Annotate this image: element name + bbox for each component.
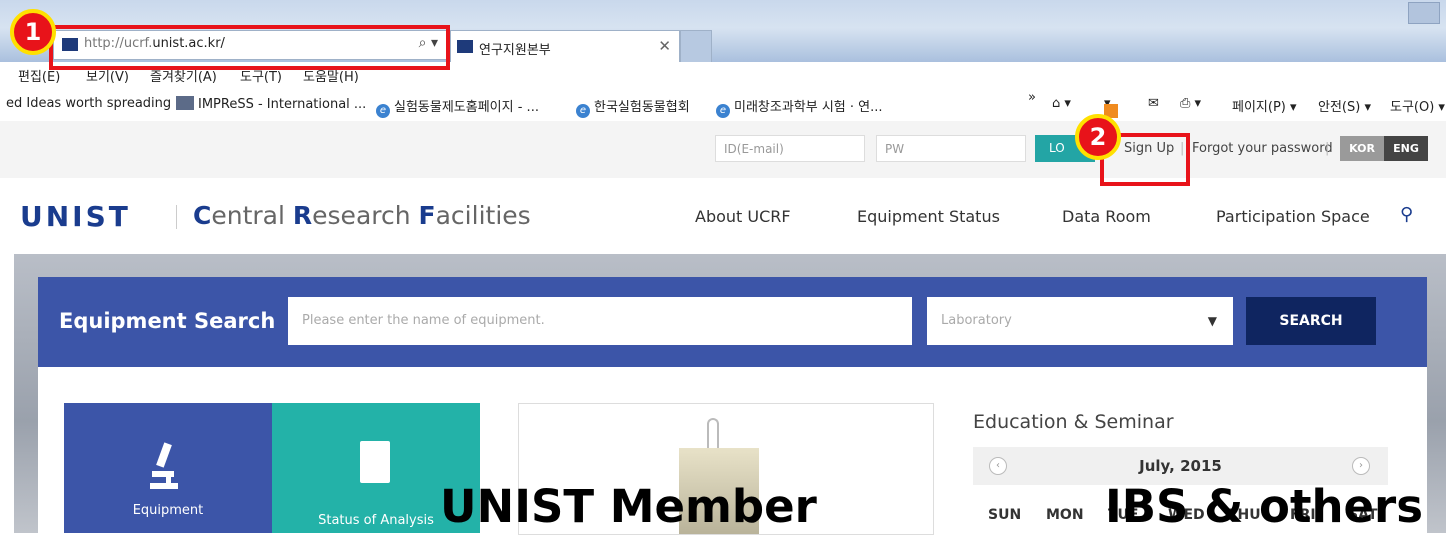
login-bar: ID(E-mail) PW LO Sign Up | Forgot your p… xyxy=(0,121,1446,179)
equipment-tile[interactable]: Equipment xyxy=(64,403,272,533)
caption-unist-member: UNIST Member xyxy=(440,480,817,533)
weekday-sun: SUN xyxy=(988,507,1022,523)
mail-icon[interactable]: ✉ xyxy=(1148,96,1159,111)
tab-title: 연구지원본부 xyxy=(479,43,551,58)
favorite-lab-animal[interactable]: e 실험동물제도홈페이지 - ... xyxy=(376,96,539,118)
address-highlight-box xyxy=(49,25,450,70)
password-input[interactable]: PW xyxy=(876,135,1026,162)
search-button[interactable]: SEARCH xyxy=(1246,297,1376,345)
page-menu[interactable]: 페이지(P) ▾ xyxy=(1232,96,1297,115)
equipment-search-bar: Equipment Search Please enter the name o… xyxy=(38,277,1427,367)
logo-divider xyxy=(176,205,177,229)
ie-page-icon: e xyxy=(576,104,590,118)
forgot-password-link[interactable]: Forgot your password xyxy=(1192,141,1333,156)
favorite-kalas[interactable]: e 한국실험동물협회 xyxy=(576,96,690,118)
id-input[interactable]: ID(E-mail) xyxy=(715,135,865,162)
lang-eng-button[interactable]: ENG xyxy=(1384,136,1428,161)
unist-logo[interactable]: UNIST xyxy=(20,200,131,233)
nav-data-room[interactable]: Data Room xyxy=(1062,207,1151,226)
equipment-tile-label: Equipment xyxy=(132,503,204,518)
calendar-month: July, 2015 xyxy=(1139,457,1222,475)
nav-equipment-status[interactable]: Equipment Status xyxy=(857,207,1000,226)
laboratory-select[interactable]: Laboratory ▼ xyxy=(927,297,1233,345)
favorite-ted[interactable]: ed Ideas worth spreading xyxy=(6,96,171,111)
divider: | xyxy=(1325,141,1330,156)
lang-kor-button[interactable]: KOR xyxy=(1340,136,1384,161)
chevron-right-icon[interactable]: › xyxy=(1352,457,1370,475)
window-minimize-button[interactable] xyxy=(1408,2,1440,24)
step-1-badge: 1 xyxy=(10,9,56,55)
tools-menu[interactable]: 도구(O) ▾ xyxy=(1390,96,1445,115)
safety-menu[interactable]: 안전(S) ▾ xyxy=(1318,96,1371,115)
favorites-overflow[interactable]: » xyxy=(1028,90,1036,105)
ie-page-icon: e xyxy=(716,104,730,118)
favorite-msip[interactable]: e 미래창조과학부 시험 · 연... xyxy=(716,96,883,118)
print-icon[interactable]: ⎙ ▾ xyxy=(1180,96,1201,111)
tab-favicon-icon xyxy=(457,40,473,53)
favorites-bar: ed Ideas worth spreading IMPReSS - Inter… xyxy=(0,88,1446,122)
browser-tab[interactable]: 연구지원본부 ✕ xyxy=(450,30,680,63)
favorite-impress[interactable]: IMPReSS - International ... xyxy=(176,96,366,112)
site-title[interactable]: Central Research Facilities xyxy=(193,201,531,230)
home-icon[interactable]: ⌂ ▾ xyxy=(1052,96,1071,111)
equipment-search-input[interactable]: Please enter the name of equipment. xyxy=(288,297,912,345)
step-2-badge: 2 xyxy=(1075,114,1121,160)
ie-page-icon: e xyxy=(376,104,390,118)
equipment-search-label: Equipment Search xyxy=(59,309,276,333)
tab-close-icon[interactable]: ✕ xyxy=(658,37,671,55)
weekday-mon: MON xyxy=(1046,507,1084,523)
impress-icon xyxy=(176,96,194,110)
nav-participation[interactable]: Participation Space xyxy=(1216,207,1370,226)
nav-about[interactable]: About UCRF xyxy=(695,207,791,226)
caption-ibs-others: IBS & others xyxy=(1105,480,1423,533)
chevron-down-icon: ▼ xyxy=(1207,314,1217,328)
site-header: UNIST Central Research Facilities About … xyxy=(0,178,1446,254)
book-icon xyxy=(360,441,390,483)
search-icon[interactable]: ⚲ xyxy=(1400,204,1413,225)
new-tab-button[interactable] xyxy=(680,30,712,63)
rss-feed-icon[interactable]: ▾ xyxy=(1104,96,1118,118)
microscope-icon xyxy=(150,442,178,489)
education-seminar-title: Education & Seminar xyxy=(973,411,1174,433)
